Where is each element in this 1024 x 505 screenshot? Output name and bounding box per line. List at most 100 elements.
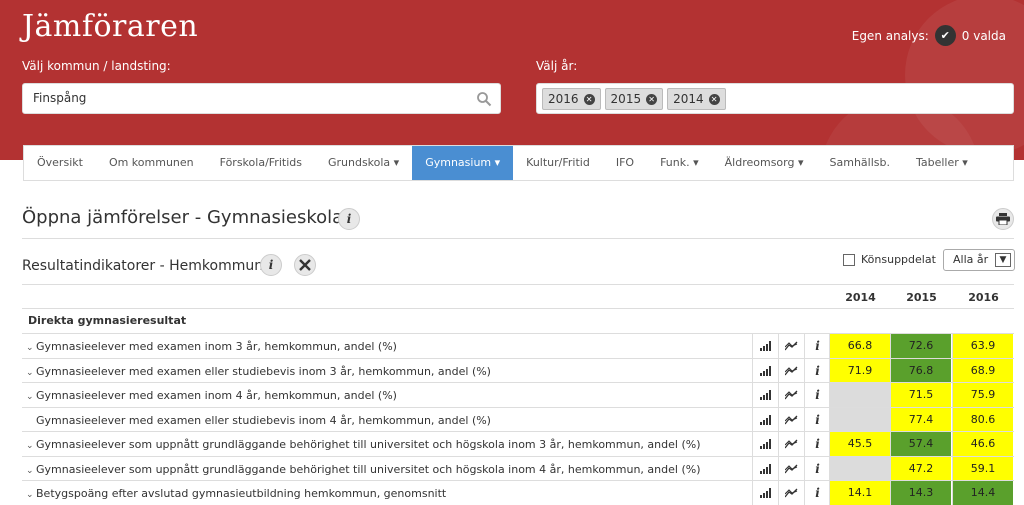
trend-icon[interactable] bbox=[778, 334, 804, 358]
info-icon[interactable]: i bbox=[804, 456, 830, 481]
nav-item[interactable]: Förskola/Fritids bbox=[207, 146, 315, 180]
indicator-name[interactable]: ⌄ Gymnasieelever med examen inom 3 år, he… bbox=[26, 340, 397, 353]
value-cell: 46.6 bbox=[952, 432, 1013, 456]
nav-item[interactable]: Tabeller ▾ bbox=[903, 146, 981, 180]
section-subtitle: Resultatindikatorer - Hemkommun bbox=[22, 258, 264, 274]
chevron-down-icon[interactable]: ⌄ bbox=[26, 441, 36, 451]
bar-chart-icon[interactable] bbox=[752, 383, 778, 407]
close-icon[interactable]: ✕ bbox=[708, 93, 720, 105]
nav-item[interactable]: Översikt bbox=[24, 146, 96, 180]
info-icon[interactable]: i bbox=[804, 432, 830, 456]
value-cell: 71.9 bbox=[829, 358, 890, 383]
app-title: Jämföraren bbox=[22, 9, 199, 44]
bar-chart-icon[interactable] bbox=[752, 432, 778, 456]
column-header: 2015 bbox=[906, 291, 937, 304]
valda-count: 0 valda bbox=[961, 28, 1006, 43]
year-chip[interactable]: 2014 ✕ bbox=[667, 88, 726, 110]
year-filter-value: Alla år bbox=[953, 253, 989, 266]
nav-item[interactable]: Funk. ▾ bbox=[647, 146, 712, 180]
info-icon[interactable]: i bbox=[804, 481, 830, 505]
nav-item[interactable]: Kultur/Fritid bbox=[513, 146, 603, 180]
info-icon[interactable]: i bbox=[804, 383, 830, 407]
close-icon[interactable]: ✕ bbox=[583, 93, 595, 105]
value-cell: 59.1 bbox=[952, 456, 1013, 481]
egen-analys-label: Egen analys: bbox=[851, 28, 929, 43]
nav-item[interactable]: Gymnasium ▾ bbox=[412, 146, 514, 180]
chevron-down-icon: ▼ bbox=[995, 253, 1011, 267]
year-filter-select[interactable]: Alla år ▼ bbox=[943, 249, 1015, 271]
divider bbox=[22, 238, 1014, 239]
year-chips: 2016 ✕ 2015 ✕ 2014 ✕ bbox=[542, 88, 726, 110]
value-cell: 66.8 bbox=[829, 334, 890, 358]
bar-chart-icon[interactable] bbox=[752, 481, 778, 505]
header: Jämföraren Egen analys: ✔ 0 valda Välj k… bbox=[0, 0, 1024, 160]
year-label: Välj år: bbox=[536, 59, 578, 73]
nav-item[interactable]: Äldreomsorg ▾ bbox=[712, 146, 817, 180]
chevron-down-icon[interactable]: ⌄ bbox=[26, 466, 36, 476]
excel-icon bbox=[299, 259, 311, 271]
nav-item[interactable]: IFO bbox=[603, 146, 647, 180]
value-cell: 57.4 bbox=[890, 432, 951, 456]
kommun-value: Finspång bbox=[33, 91, 87, 105]
trend-icon[interactable] bbox=[778, 481, 804, 505]
indicator-name[interactable]: ⌄ Gymnasieelever som uppnått grundläggand… bbox=[26, 463, 700, 476]
value-cell: 80.6 bbox=[952, 407, 1013, 432]
value-cell: 72.6 bbox=[890, 334, 951, 358]
table-row: ⌄ Gymnasieelever med examen inom 4 år, he… bbox=[22, 382, 1014, 407]
year-chip[interactable]: 2015 ✕ bbox=[604, 88, 664, 110]
year-chip-label: 2015 bbox=[610, 92, 642, 106]
value-cell: 47.2 bbox=[890, 456, 951, 481]
column-header: 2016 bbox=[968, 291, 999, 304]
info-icon[interactable]: i bbox=[338, 208, 360, 230]
value-cell: 77.4 bbox=[890, 407, 951, 432]
value-cell: 63.9 bbox=[952, 334, 1013, 358]
trend-icon[interactable] bbox=[778, 358, 804, 383]
bar-chart-icon[interactable] bbox=[752, 358, 778, 383]
info-icon[interactable]: i bbox=[804, 358, 830, 383]
year-select[interactable]: 2016 ✕ 2015 ✕ 2014 ✕ bbox=[536, 83, 1014, 114]
konsuppdelat-checkbox[interactable] bbox=[843, 253, 855, 266]
table-row: ⌄ Gymnasieelever med examen eller studieb… bbox=[22, 357, 1014, 383]
egen-analys[interactable]: Egen analys: ✔ 0 valda bbox=[852, 25, 1006, 46]
chevron-down-icon[interactable]: ⌄ bbox=[26, 368, 36, 378]
info-icon[interactable]: i bbox=[804, 407, 830, 432]
year-chip-label: 2016 bbox=[548, 92, 579, 106]
trend-icon[interactable] bbox=[778, 456, 804, 481]
chevron-down-icon[interactable]: ⌄ bbox=[26, 490, 36, 500]
trend-icon[interactable] bbox=[778, 383, 804, 407]
trend-icon[interactable] bbox=[778, 407, 804, 432]
close-icon[interactable]: ✕ bbox=[646, 93, 658, 105]
printer-icon bbox=[996, 213, 1010, 225]
nav-item[interactable]: Grundskola ▾ bbox=[315, 146, 412, 180]
results-table: 2014 2015 2016 Direkta gymnasieresultat ⌄ G… bbox=[22, 284, 1014, 505]
indicator-name[interactable]: ⌄ Betygspoäng efter avslutad gymnasieutbi… bbox=[26, 487, 446, 500]
bar-chart-icon[interactable] bbox=[752, 334, 778, 358]
bar-chart-icon[interactable] bbox=[752, 456, 778, 481]
search-icon[interactable] bbox=[476, 91, 492, 107]
year-chip[interactable]: 2016 ✕ bbox=[542, 88, 601, 110]
year-chip-label: 2014 bbox=[673, 92, 704, 106]
trend-icon[interactable] bbox=[778, 432, 804, 456]
info-icon[interactable]: i bbox=[804, 334, 830, 358]
indicator-name[interactable]: ⌄ Gymnasieelever med examen eller studieb… bbox=[26, 365, 491, 378]
value-cell bbox=[829, 407, 890, 432]
indicator-label: Gymnasieelever med examen inom 4 år, hem… bbox=[36, 389, 397, 402]
info-icon[interactable]: i bbox=[260, 254, 282, 276]
bar-chart-icon[interactable] bbox=[752, 407, 778, 432]
indicator-name[interactable]: Gymnasieelever med examen eller studiebe… bbox=[26, 414, 491, 427]
indicator-name[interactable]: ⌄ Gymnasieelever som uppnått grundläggand… bbox=[26, 438, 700, 451]
chevron-down-icon[interactable]: ⌄ bbox=[26, 392, 36, 402]
print-button[interactable] bbox=[992, 208, 1014, 230]
chevron-down-icon[interactable]: ⌄ bbox=[26, 343, 36, 353]
indicator-label: Gymnasieelever som uppnått grundläggande… bbox=[36, 462, 701, 476]
table-row: ⌄ Gymnasieelever med examen inom 3 år, he… bbox=[22, 333, 1014, 358]
excel-export-button[interactable] bbox=[294, 254, 316, 276]
value-cell: 14.1 bbox=[829, 481, 890, 505]
nav-item[interactable]: Samhällsb. bbox=[817, 146, 903, 180]
check-icon[interactable]: ✔ bbox=[934, 25, 956, 46]
konsuppdelat-toggle[interactable]: Könsuppdelat bbox=[843, 253, 936, 266]
kommun-input[interactable]: Finspång bbox=[22, 83, 501, 114]
indicator-name[interactable]: ⌄ Gymnasieelever med examen inom 4 år, he… bbox=[26, 389, 397, 402]
value-cell: 45.5 bbox=[829, 432, 890, 456]
nav-item[interactable]: Om kommunen bbox=[96, 146, 207, 180]
